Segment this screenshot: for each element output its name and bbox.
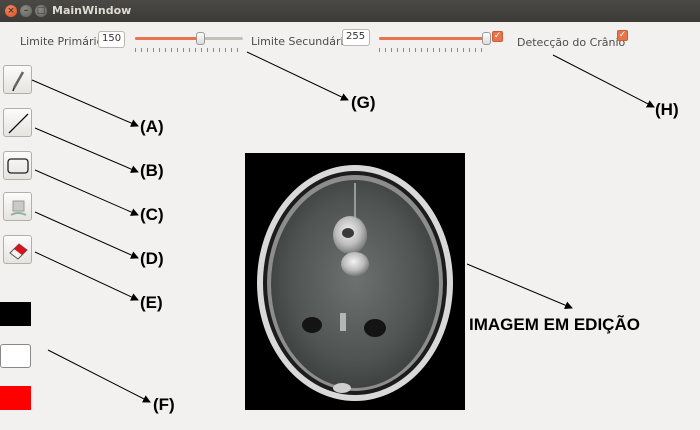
callout-d: (D)	[140, 249, 164, 268]
color-swatch-white[interactable]	[0, 344, 31, 368]
primary-threshold-slider[interactable]	[135, 32, 243, 52]
color-swatch-black[interactable]	[0, 302, 31, 326]
primary-threshold-spinbox[interactable]: 150	[98, 31, 125, 48]
callout-c: (C)	[140, 205, 164, 224]
fill-tool-button[interactable]	[3, 192, 32, 221]
pencil-icon	[12, 71, 25, 92]
callout-g: (G)	[351, 93, 376, 112]
callout-a: (A)	[140, 117, 164, 136]
line-tool-button[interactable]	[3, 108, 32, 137]
callout-h: (H)	[655, 100, 679, 119]
secondary-threshold-label: Limite Secundário	[251, 35, 351, 48]
secondary-slider-fill	[379, 37, 486, 40]
secondary-threshold-spinbox[interactable]: 255	[342, 29, 370, 46]
minimize-icon: –	[23, 6, 29, 16]
callout-b: (B)	[140, 161, 164, 180]
eraser-icon	[9, 243, 28, 260]
line-icon	[8, 113, 29, 134]
minimize-button[interactable]: –	[20, 5, 32, 17]
secondary-threshold-slider[interactable]	[379, 32, 491, 52]
maximize-icon: □	[36, 6, 46, 16]
close-icon: ×	[7, 6, 15, 16]
primary-slider-fill	[135, 37, 200, 40]
secondary-slider-handle[interactable]	[482, 32, 491, 45]
pencil-tool-button[interactable]	[3, 65, 32, 94]
window-title: MainWindow	[52, 4, 132, 17]
primary-slider-handle[interactable]	[195, 32, 205, 45]
maximize-button[interactable]: □	[35, 5, 47, 17]
rectangle-tool-button[interactable]	[3, 151, 32, 180]
skull-detection-label: Detecção do Crânio	[517, 36, 626, 49]
primary-threshold-label: Limite Primário	[20, 35, 104, 48]
color-swatch-red[interactable]	[0, 386, 31, 410]
eraser-tool-button[interactable]	[3, 235, 32, 264]
brain-mri-image	[257, 165, 453, 401]
close-button[interactable]: ×	[5, 5, 17, 17]
canvas-caption: IMAGEM EM EDIÇÃO	[469, 315, 640, 334]
rectangle-icon	[7, 158, 29, 174]
callout-f: (F)	[153, 395, 175, 414]
fill-bucket-icon	[10, 200, 27, 216]
title-bar: × – □ MainWindow	[0, 0, 700, 22]
callout-e: (E)	[140, 293, 163, 312]
skull-detection-checkbox[interactable]: ✓	[617, 30, 628, 41]
image-canvas[interactable]	[245, 153, 465, 410]
secondary-threshold-checkbox[interactable]: ✓	[492, 31, 503, 42]
